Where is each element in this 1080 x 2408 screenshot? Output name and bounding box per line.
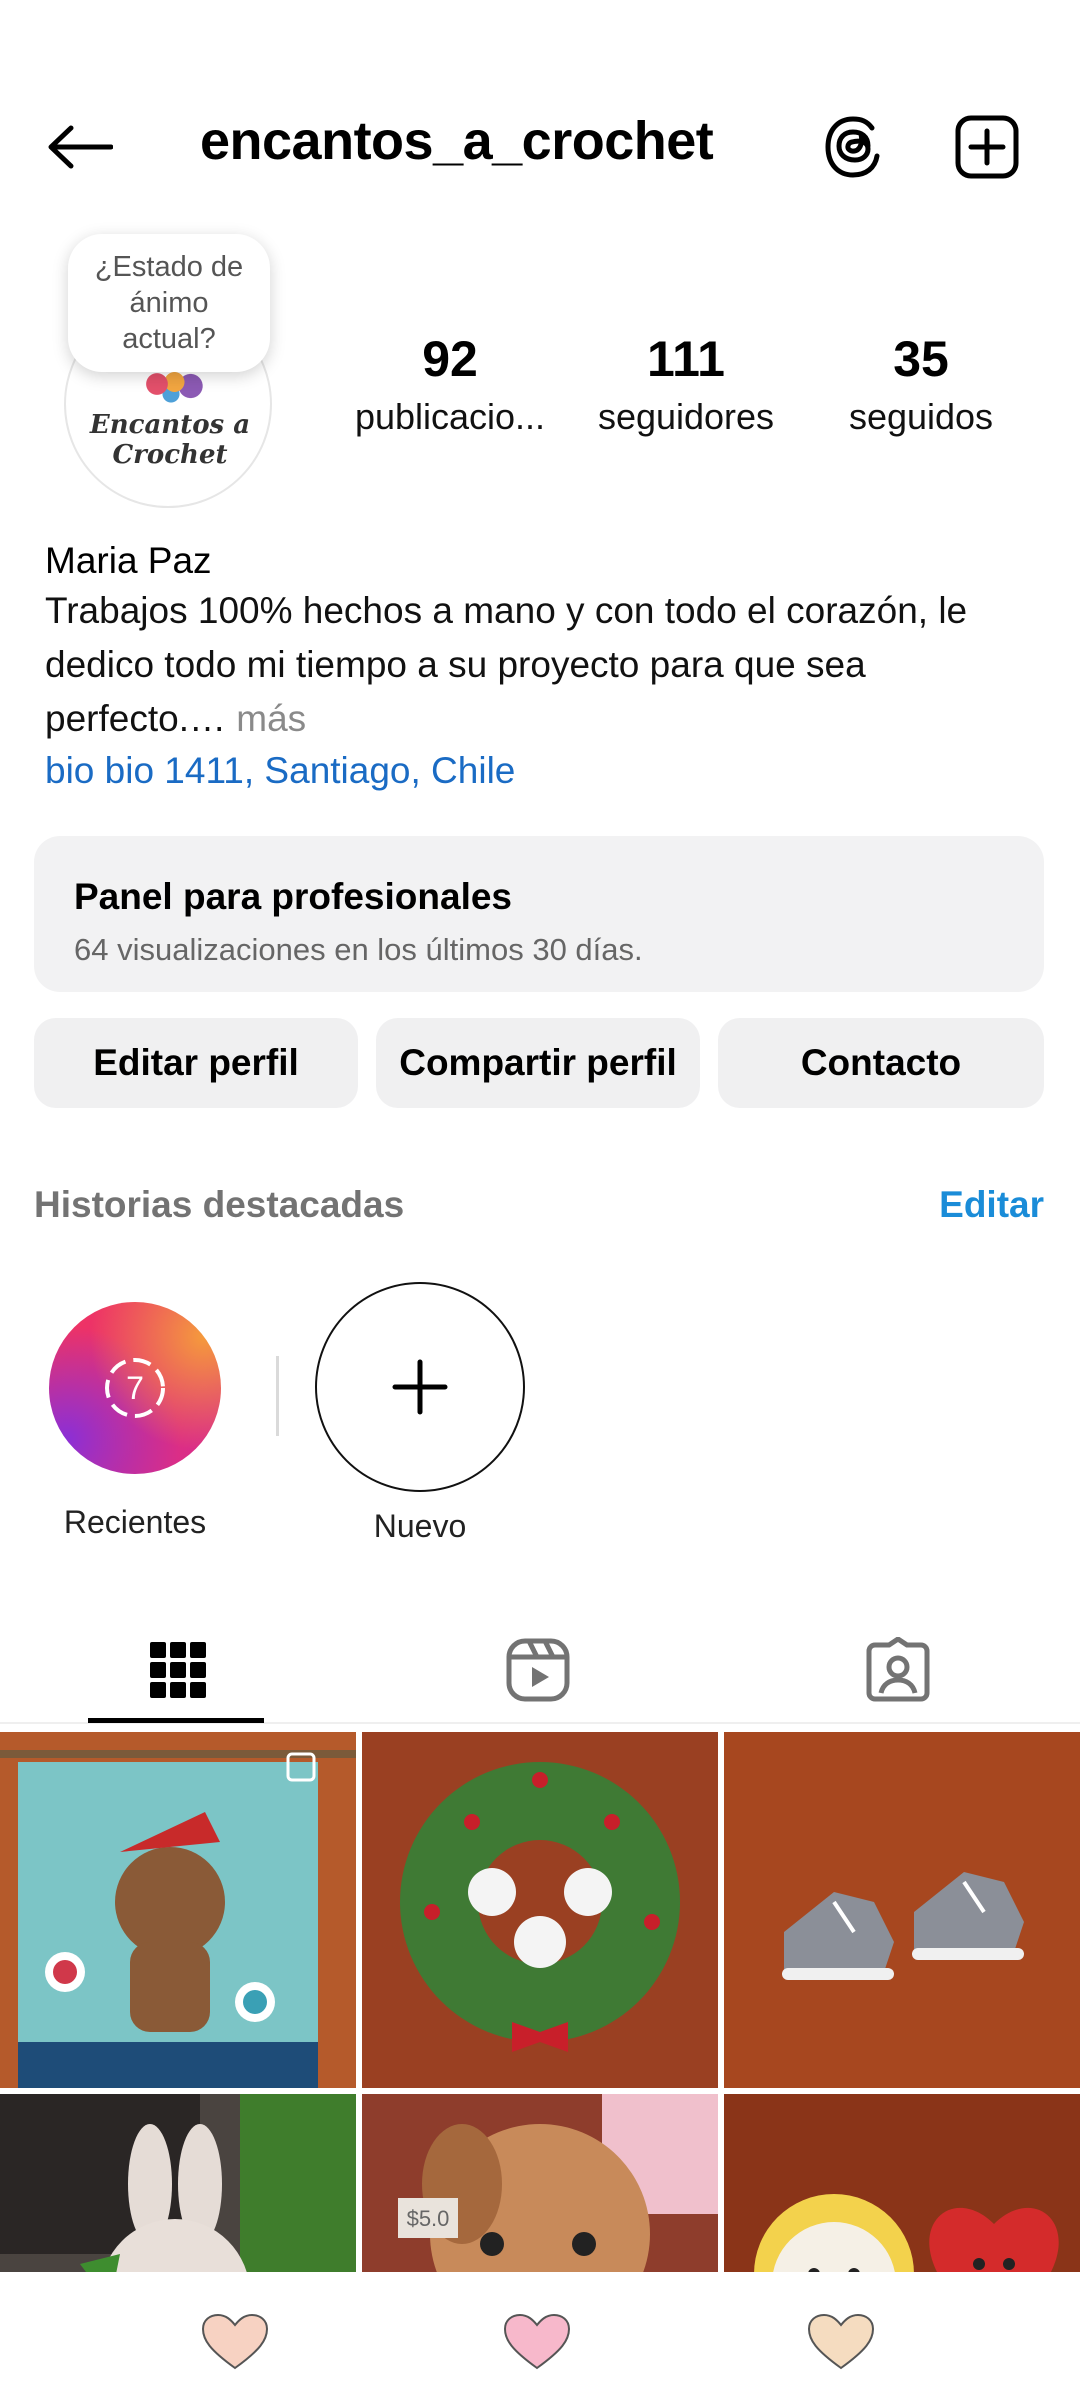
followers-count-label: seguidores [597,396,775,437]
tab-reels[interactable] [448,1620,628,1720]
following-count-label: seguidos [848,396,994,437]
pro-panel-title: Panel para profesionales [74,876,513,917]
heart-icon[interactable] [806,2312,876,2372]
avatar-logo-text: Encantos a Crochet [89,410,251,470]
edit-profile-button[interactable]: Editar perfil [34,1018,358,1108]
active-tab-indicator [88,1718,264,1723]
following-count[interactable]: 35 seguidos [820,330,1022,438]
profile-username: encantos_a_crochet [200,111,714,171]
plus-icon [392,1359,448,1415]
arrow-left-icon [48,125,113,169]
followers-count[interactable]: 111 seguidores [584,330,788,438]
posts-count[interactable]: 92 publicacio... [340,330,560,438]
post-tile-baby-shoes[interactable] [724,1732,1080,2088]
highlights-divider [276,1356,279,1436]
new-highlight-circle [315,1282,525,1492]
reels-icon [506,1638,570,1702]
recent-highlight-circle: 7 [49,1302,221,1474]
highlight-recent-label: Recientes [63,1504,207,1540]
posts-count-label: publicacio... [354,396,546,437]
highlight-new-label: Nuevo [373,1508,467,1544]
followers-count-value: 111 [647,331,725,387]
price-tag-text: $5.0 [407,2206,450,2231]
grid-icon [150,1642,206,1698]
heart-icon[interactable] [200,2312,270,2372]
highlight-recent[interactable]: 7 Recientes [40,1282,230,1541]
contact-button[interactable]: Contacto [718,1018,1044,1108]
following-count-value: 35 [893,331,949,387]
tab-posts-grid[interactable] [88,1620,268,1720]
top-app-bar: encantos_a_crochet [0,0,1080,230]
posts-count-value: 92 [422,331,478,387]
bottom-reaction-bar [0,2272,1080,2408]
post-tile-reindeer-tapestry[interactable] [0,1732,356,2088]
profile-bio: Maria Paz Trabajos 100% hechos a mano y … [45,540,1035,796]
highlight-new[interactable]: Nuevo [312,1282,528,1545]
christmas-wreath-image [362,1732,718,2088]
pro-panel-subtitle: 64 visualizaciones en los últimos 30 día… [74,932,643,967]
professional-dashboard-card[interactable]: Panel para profesionales 64 visualizacio… [34,836,1044,992]
reindeer-tapestry-image [0,1732,356,2088]
tab-tagged[interactable] [808,1620,988,1720]
threads-button[interactable] [818,112,888,182]
plus-square-icon [955,115,1019,179]
highlights-edit-link[interactable]: Editar [939,1184,1044,1226]
location-link[interactable]: bio bio 1411, Santiago, Chile [45,746,1035,796]
share-profile-button[interactable]: Compartir perfil [376,1018,700,1108]
post-tile-wreath[interactable] [362,1732,718,2088]
bio-more-link[interactable]: más [226,698,306,739]
create-button[interactable] [952,112,1022,182]
recent-count-icon: 7 [105,1358,165,1418]
mood-note-bubble[interactable]: ¿Estado de ánimo actual? [68,234,270,372]
bio-body: Trabajos 100% hechos a mano y con todo e… [45,590,968,739]
highlights-title: Historias destacadas [34,1184,405,1225]
baby-shoes-image [724,1732,1080,2088]
threads-icon [825,116,880,178]
profile-display-name: Maria Paz [45,540,212,581]
recent-count: 7 [126,1370,144,1406]
bio-text: Trabajos 100% hechos a mano y con todo e… [45,584,1035,746]
back-button[interactable] [40,112,120,182]
heart-icon[interactable] [502,2312,572,2372]
tagged-icon [866,1637,930,1702]
